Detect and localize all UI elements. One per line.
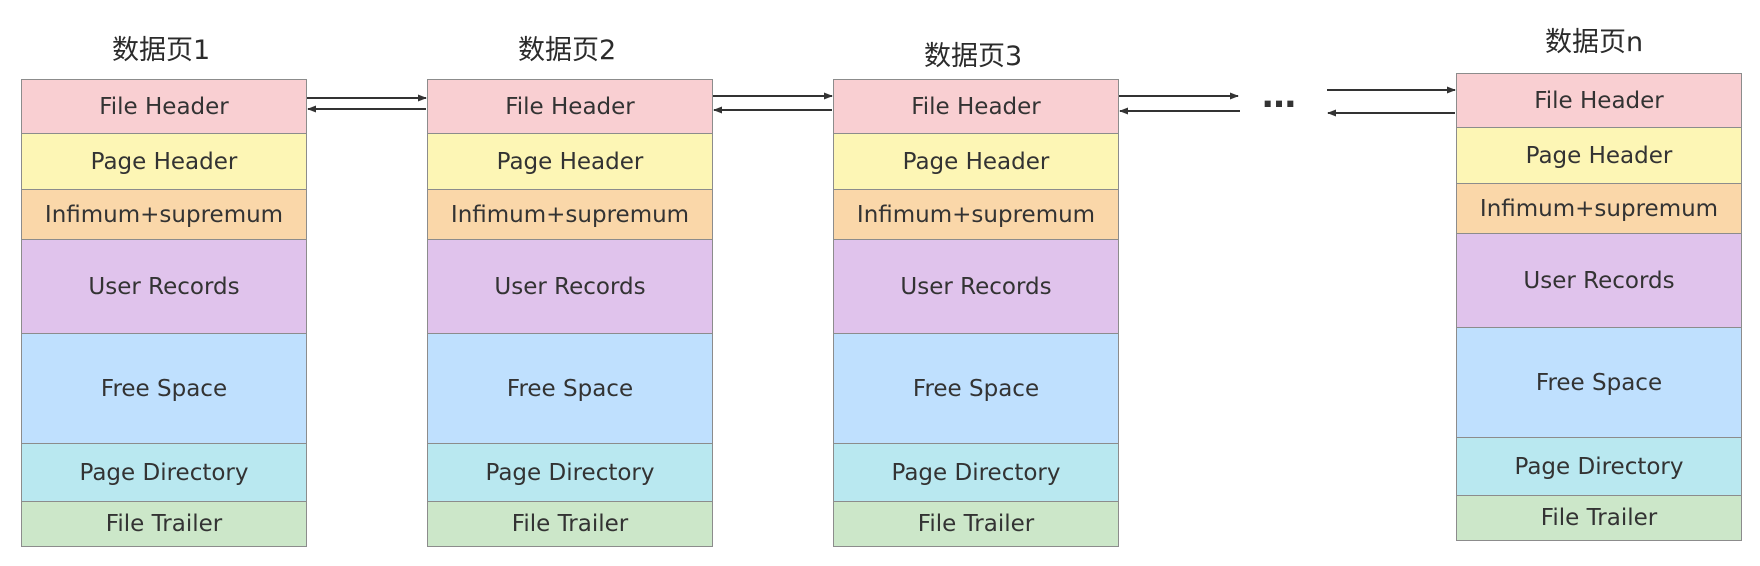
more-pages-ellipsis: … (1262, 76, 1301, 116)
page-links (307, 86, 1456, 117)
